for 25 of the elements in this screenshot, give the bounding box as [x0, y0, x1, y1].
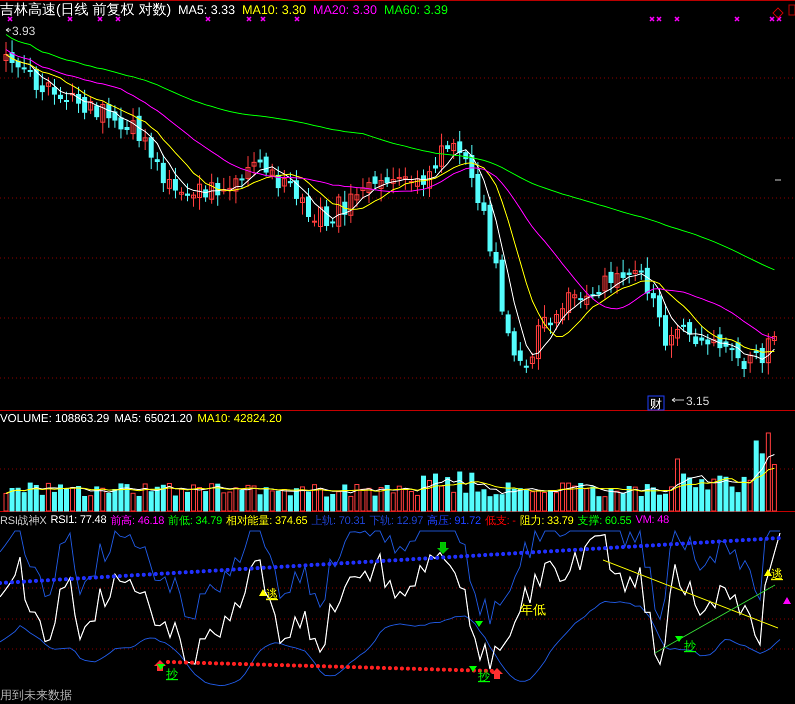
- indicator-value: 下轨: 12.97: [369, 514, 424, 528]
- price-label: 3.93: [12, 24, 36, 38]
- footer-note: 用到未来数据: [0, 688, 72, 702]
- indicator-value: RSI1: 77.48: [50, 514, 106, 526]
- indicator-value: VM: 48: [635, 514, 670, 526]
- indicator-value: 高压: 91.72: [427, 514, 481, 528]
- event-badge[interactable]: 财: [648, 396, 664, 411]
- indicator-name: RSI战神X: [0, 514, 46, 528]
- indicator-value: MA5: 3.33: [178, 2, 236, 16]
- indicator-value: 阻力: 33.79: [520, 514, 574, 528]
- indicator-value: VOLUME: 108863.29: [0, 413, 110, 425]
- indicator-value: MA5: 65021.20: [114, 413, 192, 425]
- indicator-value: 上轨: 70.31: [311, 514, 366, 528]
- indicator-value: 前高: 46.18: [110, 514, 164, 528]
- indicator-value: 支撑: 60.55: [578, 514, 632, 528]
- indicator-value: MA60: 3.39: [384, 2, 448, 16]
- indicator-value: 相对能量: 374.65: [226, 514, 308, 528]
- indicator-value: MA20: 3.30: [313, 2, 377, 16]
- indicator-value: MA10: 42824.20: [197, 413, 282, 425]
- indicator-value: 前低: 34.79: [168, 514, 222, 528]
- annual-low-label: 年低: [520, 603, 546, 618]
- indicator-value: MA10: 3.30: [242, 2, 306, 16]
- price-label: 3.15: [686, 394, 710, 408]
- indicator-value: 低支: -: [484, 514, 516, 528]
- stock-title: 吉林高速(日线 前复权 对数): [0, 0, 172, 18]
